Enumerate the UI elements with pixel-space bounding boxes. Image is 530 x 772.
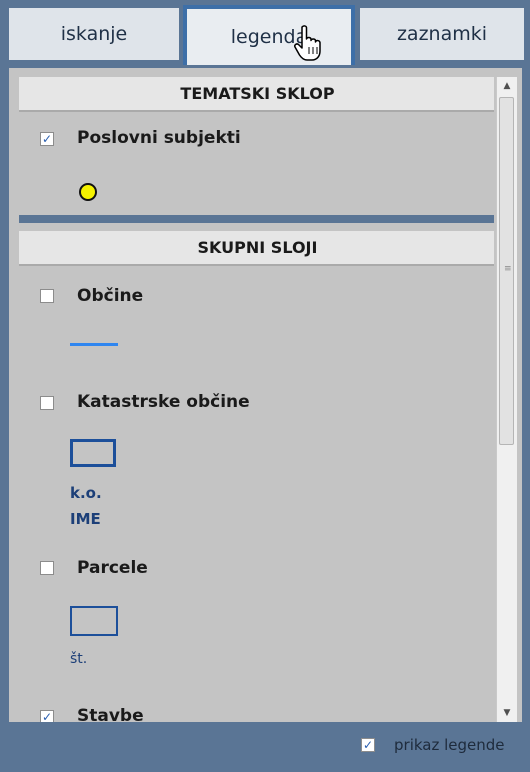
tab-iskanje[interactable]: iskanje: [9, 8, 179, 60]
yellow-circle-icon: [79, 183, 97, 201]
hand-pointer-icon: [294, 25, 321, 61]
layer-label-stavbe: Stavbe: [77, 706, 144, 722]
symbol-label-st: št.: [70, 651, 88, 667]
symbol-label-ko: k.o.: [70, 484, 102, 502]
scrollbar-thumb[interactable]: ≡: [499, 97, 514, 445]
scroll-grip-icon: ≡: [504, 264, 512, 274]
legend-content: TEMATSKI SKLOP ✓ Poslovni subjekti SKUPN…: [9, 68, 494, 722]
checkbox-parcele[interactable]: [40, 561, 54, 575]
tab-zaznamki[interactable]: zaznamki: [360, 8, 524, 60]
layer-label-katastrske-obcine: Katastrske občine: [77, 392, 250, 412]
checkbox-prikaz-legende[interactable]: ✓: [361, 738, 375, 752]
section-header-skupni: SKUPNI SLOJI: [19, 231, 494, 266]
symbol-label-ime: IME: [70, 510, 101, 528]
tab-bar: iskanje legenda zaznamki: [0, 0, 530, 68]
vertical-scrollbar[interactable]: ▲ ≡ ▼: [496, 77, 517, 722]
tab-legenda[interactable]: legenda: [183, 5, 355, 65]
layer-label-obcine: Občine: [77, 286, 144, 306]
legend-panel: TEMATSKI SKLOP ✓ Poslovni subjekti SKUPN…: [9, 68, 522, 722]
scroll-down-arrow-icon[interactable]: ▼: [497, 704, 517, 722]
section-header-tematski: TEMATSKI SKLOP: [19, 77, 494, 112]
footer-label-prikaz-legende: prikaz legende: [394, 736, 505, 754]
checkbox-stavbe[interactable]: ✓: [40, 710, 54, 722]
rectangle-icon: [70, 439, 116, 467]
layer-label-poslovni-subjekti: Poslovni subjekti: [77, 128, 241, 148]
checkbox-obcine[interactable]: [40, 289, 54, 303]
checkbox-katastrske-obcine[interactable]: [40, 396, 54, 410]
blue-line-icon: [70, 343, 118, 346]
footer-bar: ✓ prikaz legende: [0, 722, 530, 772]
scroll-up-arrow-icon[interactable]: ▲: [497, 77, 517, 95]
section-divider: [19, 215, 494, 223]
rectangle-icon: [70, 606, 118, 636]
checkbox-poslovni-subjekti[interactable]: ✓: [40, 132, 54, 146]
layer-label-parcele: Parcele: [77, 558, 148, 578]
